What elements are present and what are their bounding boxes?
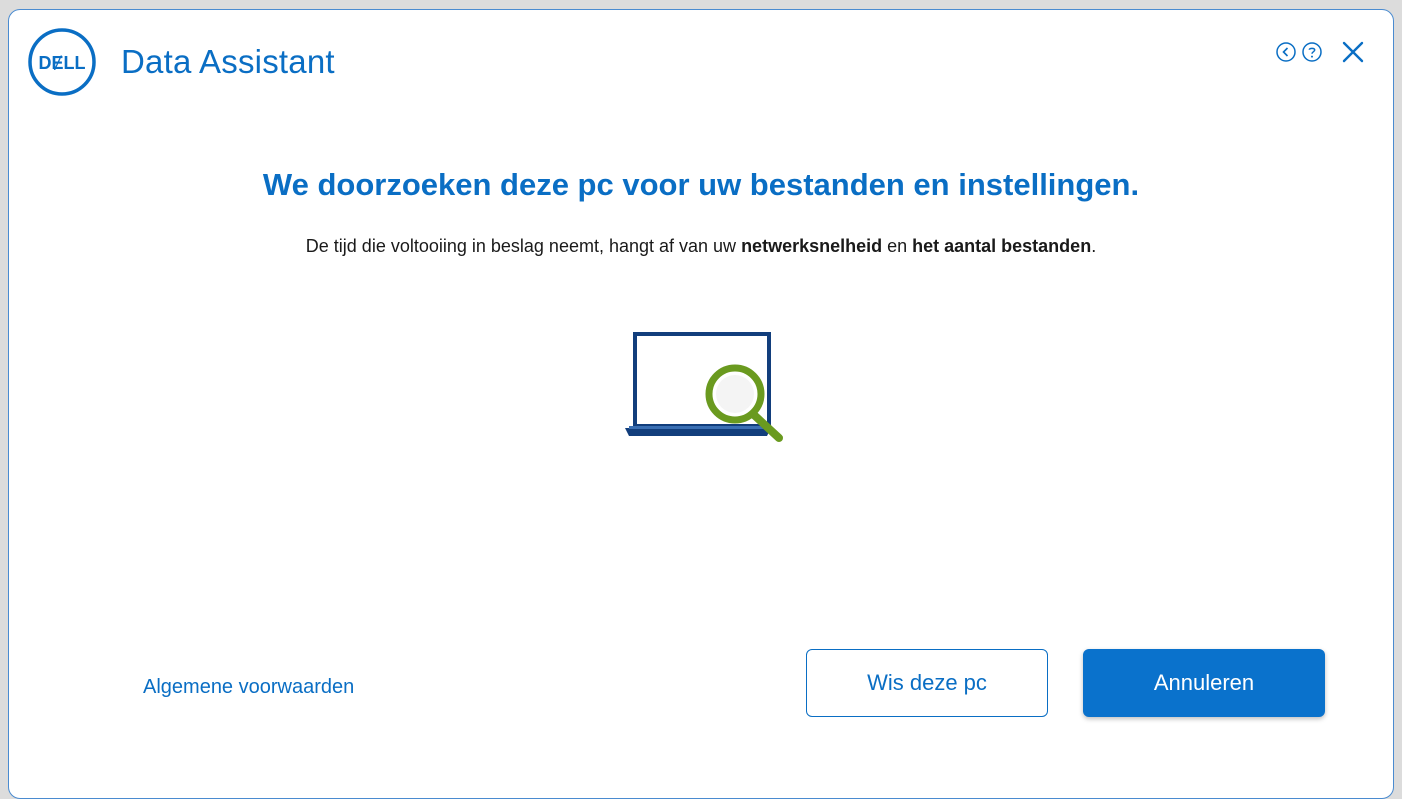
description-text-2: en bbox=[882, 236, 913, 256]
svg-text:DɆLL: DɆLL bbox=[39, 53, 86, 73]
wipe-pc-button[interactable]: Wis deze pc bbox=[806, 649, 1048, 717]
page-description: De tijd die voltooiing in beslag neemt, … bbox=[9, 236, 1393, 257]
laptop-search-icon bbox=[623, 326, 793, 448]
description-text-3: . bbox=[1091, 236, 1097, 256]
description-bold-file-count: het aantal bestanden bbox=[912, 236, 1092, 256]
terms-and-conditions-link[interactable]: Algemene voorwaarden bbox=[143, 676, 354, 699]
page-headline: We doorzoeken deze pc voor uw bestanden … bbox=[262, 167, 1140, 202]
cancel-button[interactable]: Annuleren bbox=[1083, 649, 1325, 717]
close-icon[interactable] bbox=[1341, 40, 1365, 64]
app-window: DɆLL Data Assistant We doorzoeken deze p… bbox=[8, 9, 1394, 799]
description-bold-network-speed: netwerksnelheid bbox=[741, 236, 883, 256]
dell-logo: DɆLL bbox=[27, 27, 97, 97]
chevron-left-circle-icon[interactable] bbox=[1275, 41, 1297, 63]
app-title: Data Assistant bbox=[121, 43, 335, 80]
question-circle-icon[interactable] bbox=[1301, 41, 1323, 63]
description-text-1: De tijd die voltooiing in beslag neemt, … bbox=[305, 236, 742, 256]
window-controls bbox=[1275, 40, 1365, 64]
